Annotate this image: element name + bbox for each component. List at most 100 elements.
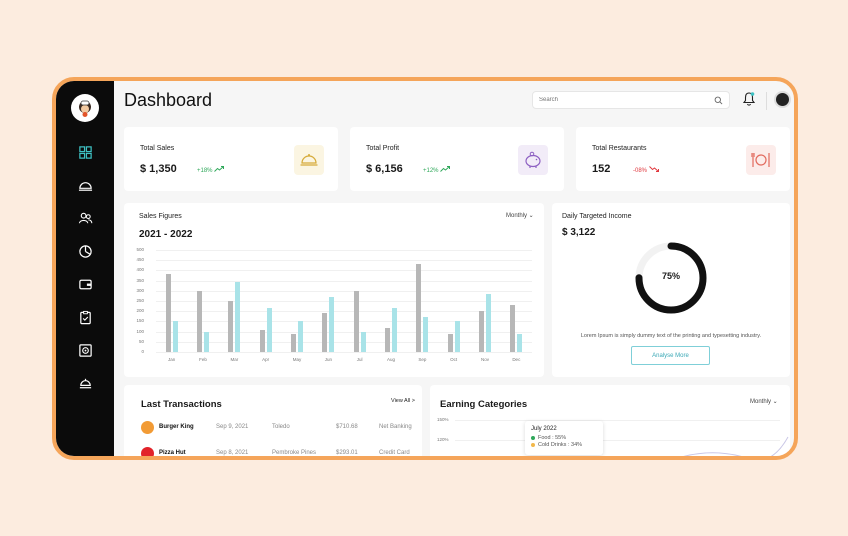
wallet-icon <box>78 279 92 290</box>
y-tick-label: 50 <box>138 338 144 344</box>
row-city: Pembroke Pines <box>272 450 317 456</box>
top-bar: Dashboard <box>114 81 794 123</box>
y-tick-label: 250 <box>136 298 144 303</box>
grid-line <box>156 280 532 282</box>
sidebar-item-dashboard[interactable] <box>70 136 100 169</box>
x-tick-label: Apr <box>262 357 270 362</box>
earning-categories-card: Earning Categories Monthly ⌄ 150% 120% J… <box>430 385 790 456</box>
search-box[interactable] <box>532 91 730 109</box>
sidebar-item-food[interactable] <box>70 169 100 202</box>
x-tick-label: Jan <box>168 357 176 362</box>
bar-dec-series-2 <box>517 333 523 352</box>
stat-delta: +12% <box>423 166 451 174</box>
piggy-bank-icon <box>525 151 541 168</box>
user-avatar[interactable] <box>774 91 791 108</box>
x-tick-label: Sep <box>418 357 427 362</box>
y-tick-label: 120% <box>437 437 449 442</box>
stat-card-total-restaurants: Total Restaurants 152 -08% <box>576 127 790 191</box>
row-amount: $293.01 <box>336 450 358 456</box>
y-tick-label: 0 <box>141 349 144 354</box>
sidebar-item-reports[interactable] <box>70 235 100 268</box>
cloche-icon <box>300 154 318 166</box>
sidebar-item-safe[interactable] <box>70 334 100 367</box>
analyse-more-button[interactable]: Analyse More <box>631 346 710 365</box>
sidebar <box>56 81 114 456</box>
notification-bell-icon[interactable] <box>742 91 756 107</box>
restaurant-icon <box>751 153 770 167</box>
bar-jul-series-2 <box>360 331 366 352</box>
bar-feb-series-1 <box>197 290 202 352</box>
sidebar-item-users[interactable] <box>70 202 100 235</box>
stat-card-total-profit: Total Profit $ 6,156 +12% <box>350 127 564 191</box>
users-icon <box>78 212 92 224</box>
grid-line <box>156 311 532 313</box>
x-tick-label: Dec <box>512 357 521 362</box>
trend-down-icon <box>648 166 659 172</box>
chart-tooltip: July 2022 Food : 55% Cold Drinks : 34% <box>525 421 603 455</box>
bar-mar-series-1 <box>228 301 234 352</box>
bar-may-series-2 <box>298 321 303 352</box>
main-content: Dashboard Total Sales $ 1,350 +18% Total… <box>114 81 794 456</box>
search-input[interactable] <box>539 97 709 103</box>
x-tick-label: Feb <box>199 357 207 362</box>
grid-line <box>156 250 532 251</box>
restaurant-logo-icon <box>141 446 154 456</box>
chart-range: 2021 - 2022 <box>139 229 193 240</box>
grid-line <box>156 301 532 302</box>
bar-nov-series-1 <box>479 311 484 352</box>
sidebar-nav <box>70 136 100 400</box>
daily-income-card: Daily Targeted Income $ 3,122 75% Lorem … <box>552 203 790 377</box>
bar-feb-series-2 <box>204 331 209 352</box>
stat-label: Total Profit <box>366 145 400 152</box>
stat-card-total-sales: Total Sales $ 1,350 +18% <box>124 127 338 191</box>
y-tick-label: 200 <box>136 308 144 314</box>
y-tick-label: 150 <box>136 318 144 324</box>
y-tick-label: 100 <box>136 328 144 334</box>
safe-icon <box>78 344 92 357</box>
y-tick-label: 400 <box>136 267 144 273</box>
bar-aug-series-2 <box>392 308 397 352</box>
period-dropdown[interactable]: Monthly ⌄ <box>750 398 778 405</box>
row-date: Sep 8, 2021 <box>216 450 249 456</box>
sidebar-item-orders[interactable] <box>70 301 100 334</box>
stat-value: 152 <box>592 163 611 175</box>
stat-label: Total Sales <box>140 145 175 152</box>
legend-dot <box>531 443 535 447</box>
stat-delta: -08% <box>633 166 659 174</box>
sidebar-item-serving[interactable] <box>70 367 100 400</box>
bar-apr-series-2 <box>266 308 272 352</box>
stat-icon-box <box>294 145 324 175</box>
last-transactions-card: Last Transactions View All > Burger King… <box>124 385 422 456</box>
bar-mar-series-2 <box>235 281 241 352</box>
page-title: Dashboard <box>124 90 213 110</box>
period-dropdown[interactable]: Monthly ⌄ <box>506 212 534 219</box>
app-logo[interactable] <box>71 94 99 122</box>
table-row[interactable]: Pizza Hut Sep 8, 2021 Pembroke Pines $29… <box>141 445 421 456</box>
tooltip-title: July 2022 <box>531 426 557 432</box>
bar-jan-series-1 <box>165 274 171 352</box>
row-amount: $710.68 <box>336 424 358 430</box>
view-all-link[interactable]: View All > <box>391 398 415 404</box>
grid-line <box>156 331 532 333</box>
bar-dec-series-1 <box>510 305 516 352</box>
row-method: Credit Card <box>379 450 410 456</box>
transactions-title: Last Transactions <box>141 399 222 410</box>
search-icon[interactable] <box>714 96 723 105</box>
x-tick-label: May <box>292 357 302 362</box>
clipboard-icon <box>79 310 91 325</box>
dashboard-window: Dashboard Total Sales $ 1,350 +18% Total… <box>52 77 798 460</box>
table-row[interactable]: Burger King Sep 9, 2021 Toledo $710.68 N… <box>141 419 421 435</box>
income-title: Daily Targeted Income <box>562 213 632 220</box>
bar-may-series-1 <box>291 333 296 352</box>
grid-line <box>156 352 532 353</box>
grid-line <box>156 341 532 343</box>
row-city: Toledo <box>272 424 290 430</box>
sidebar-item-wallet[interactable] <box>70 268 100 301</box>
grid-line <box>156 260 532 262</box>
topbar-divider <box>766 92 767 110</box>
bar-jun-series-2 <box>329 296 335 352</box>
serving-icon <box>79 378 91 389</box>
bar-oct-series-1 <box>447 333 453 352</box>
legend-dot <box>531 436 535 440</box>
trend-up-icon <box>214 166 225 172</box>
